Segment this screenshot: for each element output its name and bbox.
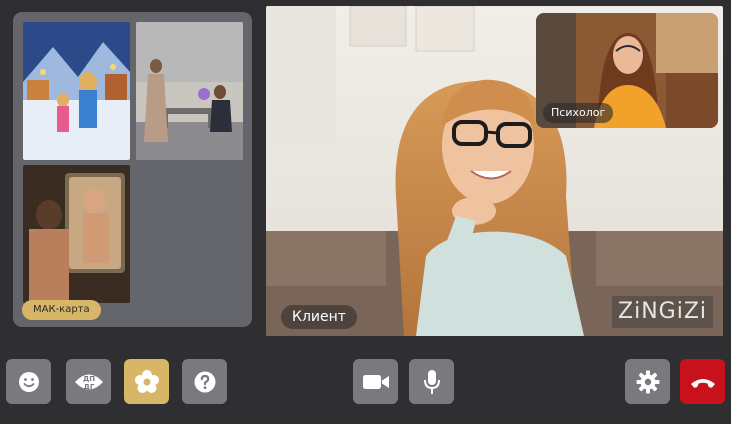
- microphone-toggle-button[interactable]: [409, 359, 454, 404]
- flower-icon: [134, 369, 159, 393]
- mak-card-badge[interactable]: МАК-карта: [22, 300, 101, 320]
- svg-text:ДП: ДП: [82, 375, 94, 383]
- svg-text:ДГ: ДГ: [83, 383, 94, 391]
- settings-button[interactable]: [625, 359, 670, 404]
- pip-video-feed[interactable]: Психолог: [536, 13, 718, 128]
- mak-card-mirror[interactable]: [23, 165, 130, 303]
- mak-card-proposal[interactable]: [136, 22, 243, 160]
- flower-button[interactable]: [124, 359, 169, 404]
- microphone-icon: [423, 369, 440, 394]
- mak-card-winter[interactable]: [23, 22, 130, 160]
- hangup-button[interactable]: [680, 359, 725, 404]
- zingizi-logo: ZiNGiZi: [612, 296, 713, 328]
- dp-dg-button[interactable]: ДП ДГ: [66, 359, 111, 404]
- smile-icon: [18, 371, 39, 392]
- camera-icon: [362, 374, 389, 389]
- help-icon: [194, 371, 215, 392]
- pip-participant-label: Психолог: [543, 103, 614, 123]
- mak-cards-panel: МАК-карта: [13, 12, 252, 327]
- camera-toggle-button[interactable]: [353, 359, 398, 404]
- hangup-icon: [690, 378, 715, 388]
- gear-icon: [636, 370, 659, 393]
- main-participant-label: Клиент: [281, 305, 357, 329]
- main-video-feed: Психолог Клиент ZiNGiZi: [266, 6, 723, 336]
- emoji-button[interactable]: [6, 359, 51, 404]
- help-button[interactable]: [182, 359, 227, 404]
- dp-dg-icon: ДП ДГ: [74, 374, 103, 391]
